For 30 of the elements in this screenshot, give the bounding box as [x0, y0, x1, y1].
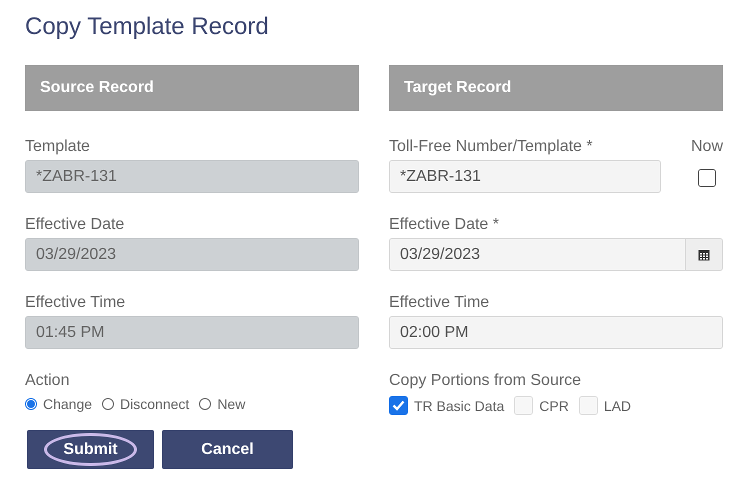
input-field[interactable]: *ZABR-131: [389, 160, 661, 193]
field-label: Now: [691, 137, 724, 157]
section-header: Source Record: [25, 65, 359, 111]
calendar-icon[interactable]: [685, 238, 723, 271]
checkbox-label: CPR: [539, 398, 569, 414]
field-label: Effective Date: [25, 215, 124, 235]
checkbox[interactable]: [389, 396, 408, 415]
checkbox[interactable]: [698, 169, 716, 187]
checkmark-icon: [392, 400, 405, 411]
field-label: Action: [25, 371, 70, 391]
checkbox-label: LAD: [604, 398, 632, 414]
submit-button[interactable]: Submit: [27, 430, 154, 469]
page-title: Copy Template Record: [25, 12, 270, 42]
section-header: Target Record: [389, 65, 723, 111]
radio-label: Change: [43, 396, 92, 412]
field-label: Effective Date *: [389, 215, 499, 235]
field-label: Copy Portions from Source: [389, 371, 582, 391]
input-field[interactable]: 02:00 PM: [389, 316, 723, 349]
field-label: Effective Time: [389, 293, 490, 313]
radio-button[interactable]: [199, 398, 212, 410]
radio-label: Disconnect: [120, 396, 190, 412]
cancel-button[interactable]: Cancel: [162, 430, 293, 469]
field-label: Effective Time: [25, 293, 126, 313]
radio-label: New: [217, 396, 246, 412]
date-field[interactable]: 03/29/2023: [389, 238, 685, 271]
field-label: Toll-Free Number/Template *: [389, 137, 593, 157]
radio-button[interactable]: [25, 398, 37, 410]
checkbox-label: TR Basic Data: [414, 398, 504, 414]
field-label: Template: [25, 137, 90, 157]
radio-button[interactable]: [102, 398, 114, 410]
